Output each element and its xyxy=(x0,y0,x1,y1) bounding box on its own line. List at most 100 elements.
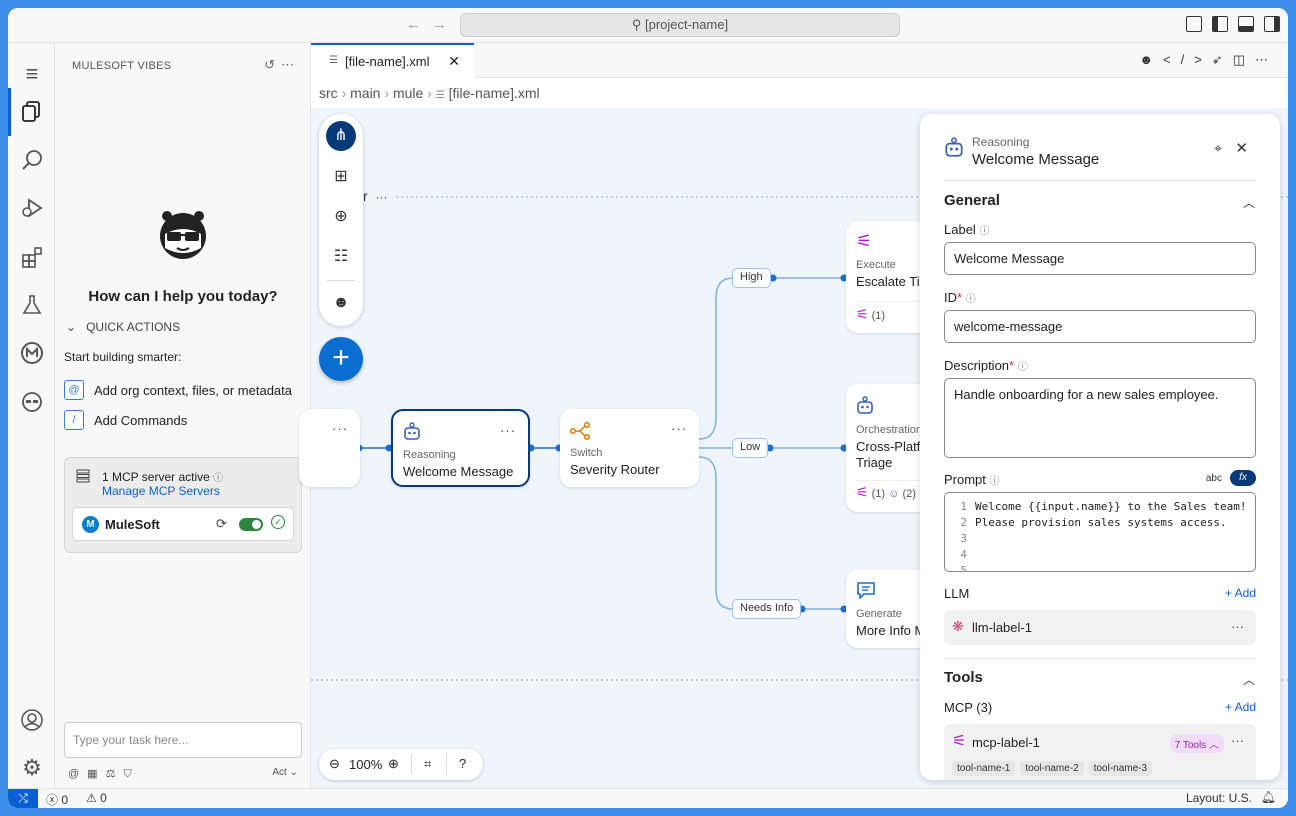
mcp-server-toggle[interactable] xyxy=(239,518,263,531)
account-icon[interactable] xyxy=(19,708,45,734)
id-input[interactable]: welcome-message xyxy=(944,310,1256,343)
route-pill-low[interactable]: Low xyxy=(732,438,769,458)
chevron-up-icon[interactable]: ︿ xyxy=(1243,671,1255,688)
slash-icon: / xyxy=(64,410,84,430)
llm-item[interactable]: ❋ llm-label-1 ··· xyxy=(944,610,1256,645)
tools-section-heading[interactable]: Tools xyxy=(944,669,983,686)
remote-connection-icon[interactable]: ⤭ xyxy=(8,789,38,808)
status-bar: ⤭ ⓧ 0 ⚠ 0 Layout: U.S. 🔔︎ xyxy=(8,788,1288,808)
menu-icon[interactable]: ≡ xyxy=(19,61,45,87)
back-arrow-icon[interactable]: ← xyxy=(406,16,421,33)
add-commands-command[interactable]: / Add Commands xyxy=(64,410,187,430)
manage-mcp-link[interactable]: Manage MCP Servers xyxy=(102,484,220,498)
general-section-heading[interactable]: General xyxy=(944,192,1000,209)
mention-icon[interactable]: @ xyxy=(68,768,87,780)
mcp-item[interactable]: ⚟ mcp-label-1 7 Tools ︿ ··· tool-name-1 t… xyxy=(944,724,1256,780)
more-icon[interactable]: ⋯ xyxy=(281,57,300,72)
mode-select[interactable]: Act ⌄ xyxy=(272,767,298,778)
split-editor-icon[interactable]: ◫ xyxy=(1233,52,1255,67)
more-icon[interactable]: ··· xyxy=(375,190,387,204)
task-input[interactable]: Type your task here... xyxy=(64,722,302,758)
more-icon[interactable]: ⋯ xyxy=(1255,52,1278,67)
label-input[interactable]: Welcome Message xyxy=(944,242,1256,275)
command-center-search[interactable]: ⚲ [project-name] xyxy=(460,13,900,37)
warnings-indicator[interactable]: ⚠ 0 xyxy=(86,791,107,805)
quick-actions-toggle[interactable]: ⌄ QUICK ACTIONS xyxy=(66,320,180,334)
zoom-in-icon[interactable]: ⊕ xyxy=(388,756,399,772)
search-icon[interactable] xyxy=(19,148,45,174)
zoom-out-icon[interactable]: ⊖ xyxy=(329,756,340,772)
grid-view-icon[interactable]: ⊞ xyxy=(326,162,356,192)
breadcrumb-item[interactable]: main xyxy=(350,85,380,101)
add-mcp-link[interactable]: + Add xyxy=(1225,700,1256,714)
explorer-icon[interactable] xyxy=(19,99,45,125)
help-icon[interactable]: ? xyxy=(459,756,466,771)
more-icon[interactable]: ··· xyxy=(1231,733,1244,748)
prompt-text: Prompt xyxy=(944,472,986,487)
forward-arrow-icon[interactable]: → xyxy=(432,16,447,33)
add-llm-link[interactable]: + Add xyxy=(1225,586,1256,600)
flow-node-reasoning[interactable]: ··· Reasoning Welcome Message xyxy=(391,409,530,487)
more-icon[interactable]: ··· xyxy=(332,421,348,436)
breadcrumb-item[interactable]: src xyxy=(319,85,338,101)
close-icon[interactable]: ✕ xyxy=(1235,139,1248,157)
tool-chip[interactable]: tool-name-1 xyxy=(952,761,1016,776)
testing-flask-icon[interactable] xyxy=(19,293,45,319)
tool-chip[interactable]: tool-name-2 xyxy=(1020,761,1084,776)
chevron-up-icon[interactable]: ︿ xyxy=(1243,194,1255,211)
flow-canvas[interactable]: k r ··· ⋔ ⊞ ⊕ ☷ ☻ + ··· ··· Reasoning xyxy=(299,108,1288,788)
breadcrumb-item[interactable]: mule xyxy=(393,85,423,101)
mascot-icon[interactable]: ☻ xyxy=(326,288,356,318)
fit-view-icon[interactable]: ⌗ xyxy=(424,756,431,772)
zoom-divider xyxy=(446,754,447,774)
add-node-button[interactable]: + xyxy=(319,337,363,381)
toggle-panel-icon[interactable] xyxy=(1238,16,1254,32)
deploy-rocket-icon[interactable]: ➶ xyxy=(1212,52,1233,67)
table-icon[interactable]: ▦ xyxy=(87,768,105,780)
info-icon[interactable]: ⓘ xyxy=(213,473,223,484)
expression-mode-toggle[interactable]: fx xyxy=(1230,470,1256,486)
tab-file[interactable]: ☰ [file-name].xml ✕ xyxy=(311,43,474,78)
notifications-bell-icon[interactable]: 🔔︎ xyxy=(1261,790,1276,804)
info-icon[interactable]: ⓘ xyxy=(990,476,1000,487)
tools-count-badge[interactable]: 7 Tools ︿ xyxy=(1169,734,1224,753)
tool-chip[interactable]: tool-name-3 xyxy=(1088,761,1153,776)
toggle-secondary-sidebar-icon[interactable] xyxy=(1264,16,1280,32)
info-icon[interactable]: ⓘ xyxy=(966,294,976,305)
run-debug-icon[interactable] xyxy=(19,196,45,222)
globe-icon[interactable]: ⊕ xyxy=(326,202,356,232)
add-context-command[interactable]: @ Add org context, files, or metadata xyxy=(64,380,292,400)
scale-icon[interactable]: ⚖ xyxy=(106,768,124,780)
more-icon[interactable]: ··· xyxy=(1231,619,1244,634)
flow-node-switch[interactable]: ··· Switch Severity Router xyxy=(560,409,699,487)
description-textarea[interactable]: Handle onboarding for a new sales employ… xyxy=(944,378,1256,458)
more-icon[interactable]: ··· xyxy=(500,423,516,438)
route-pill-needs-info[interactable]: Needs Info xyxy=(732,599,802,619)
shield-icon[interactable]: ⛉ xyxy=(123,768,139,780)
toggle-primary-sidebar-icon[interactable] xyxy=(1212,16,1228,32)
code-view-icon[interactable]: </> xyxy=(1163,52,1212,67)
list-view-icon[interactable]: ☷ xyxy=(326,242,356,272)
route-pill-high[interactable]: High xyxy=(732,268,771,288)
text-mode-toggle[interactable]: abc xyxy=(1206,473,1222,484)
settings-gear-icon[interactable]: ⚙ xyxy=(19,755,45,781)
close-icon[interactable]: ✕ xyxy=(448,53,460,70)
mascot-icon[interactable]: ☻ xyxy=(1139,52,1163,67)
more-icon[interactable]: ··· xyxy=(671,421,687,436)
errors-indicator[interactable]: ⓧ 0 xyxy=(46,791,68,808)
locate-icon[interactable]: ⌖ xyxy=(1214,140,1222,157)
breadcrumb-item[interactable]: [file-name].xml xyxy=(449,85,540,101)
flow-node-partial[interactable]: ··· xyxy=(299,409,360,487)
flow-view-icon[interactable]: ⋔ xyxy=(326,121,356,151)
refresh-icon[interactable]: ⟳ xyxy=(216,516,227,532)
customize-layout-icon[interactable] xyxy=(1186,16,1202,32)
panel-title: Welcome Message xyxy=(972,151,1100,168)
extensions-icon[interactable] xyxy=(19,245,45,271)
prompt-code-editor[interactable]: 1 Welcome {{input.name}} to the Sales tea… xyxy=(944,492,1256,572)
keyboard-layout[interactable]: Layout: U.S. xyxy=(1186,791,1252,805)
history-icon[interactable]: ↺ xyxy=(264,57,281,72)
info-icon[interactable]: ⓘ xyxy=(1018,362,1028,373)
mulesoft-icon[interactable] xyxy=(19,341,45,367)
info-icon[interactable]: ⓘ xyxy=(979,226,989,237)
vibes-mascot-icon[interactable] xyxy=(19,389,45,415)
